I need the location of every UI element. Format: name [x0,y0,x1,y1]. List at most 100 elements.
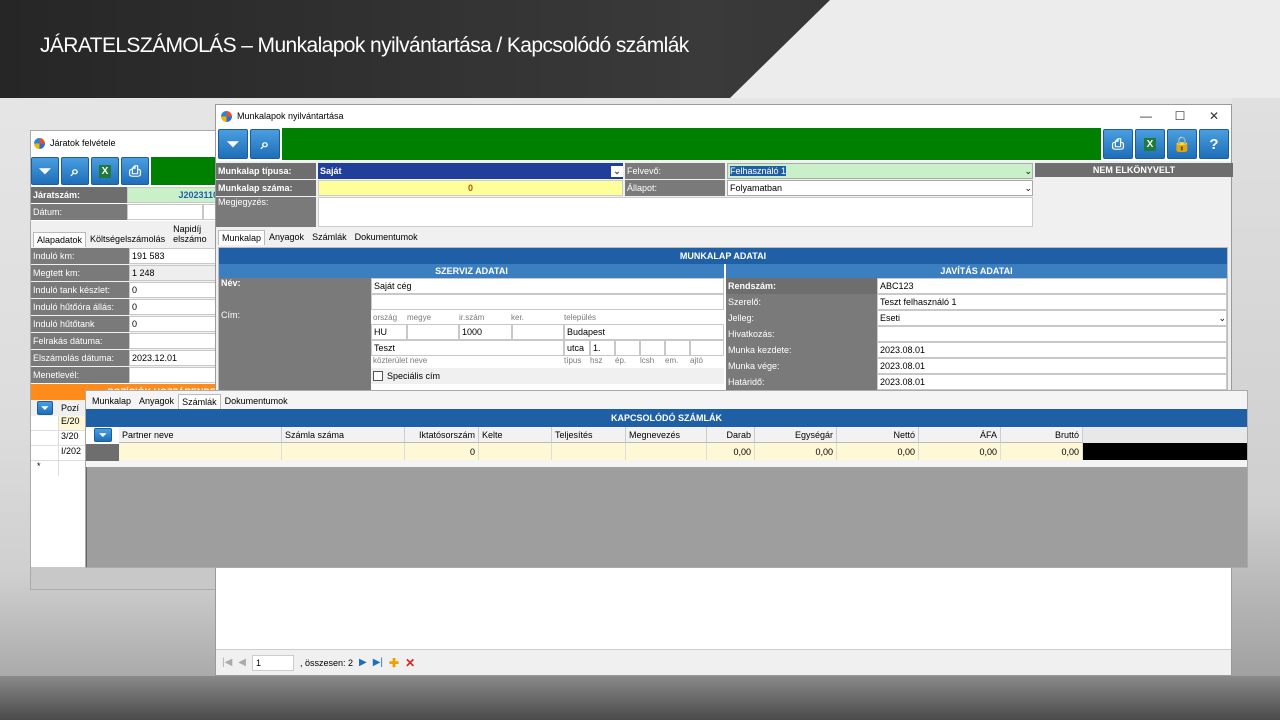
field-value[interactable] [129,367,219,383]
megye-field[interactable] [407,324,459,340]
tab-munkalap[interactable]: Munkalap [88,393,135,409]
tab-szamlak[interactable]: Számlák [178,394,221,409]
help-button[interactable]: ? [1199,129,1229,159]
tab-anyagok[interactable]: Anyagok [135,393,178,409]
search-button[interactable]: ⌕ [250,129,280,159]
tipus-field[interactable]: utca [564,340,590,356]
next-record-button[interactable]: ▶ [359,657,367,668]
col-szamla-szama[interactable]: Számla száma [282,427,405,443]
cell[interactable] [626,443,707,460]
col-kelte[interactable]: Kelte [479,427,552,443]
col-egysegar[interactable]: Egységár [755,427,837,443]
excel-export-button[interactable]: X [91,157,119,185]
col-netto[interactable]: Nettó [837,427,919,443]
last-record-button[interactable]: ▶| [373,657,383,668]
tab-napidij[interactable]: Napidíj elszámo [169,221,217,247]
tab-dokumentumok[interactable]: Dokumentumok [221,393,292,409]
minimize-button[interactable]: — [1129,105,1163,127]
allapot-select[interactable]: Folyamatban ⌄ [727,180,1033,196]
munka-kezdete-field[interactable]: 2023.08.01 [877,342,1227,358]
col-darab[interactable]: Darab [707,427,755,443]
prev-record-button[interactable]: ◀ [238,657,246,668]
cell[interactable]: 0,00 [707,443,755,460]
nev-field-2[interactable] [371,294,724,310]
back-fields: Induló km: 191 583 Megtett km: 1 248 Indul… [31,247,219,383]
hivatkozas-field[interactable] [877,326,1227,342]
print-button[interactable]: ⎙ [1103,129,1133,159]
hatarido-field[interactable]: 2023.08.01 [877,374,1227,390]
col-iktatosorszam[interactable]: Iktatósorszám [405,427,479,443]
specialis-cim-checkbox[interactable] [373,371,383,381]
jelleg-select[interactable]: Eseti ⌄ [877,310,1227,326]
megjegyzes-field[interactable] [318,197,1033,227]
field-value[interactable] [129,333,219,349]
col-megnevezes[interactable]: Megnevezés [626,427,707,443]
hsz-field[interactable]: 1. [590,340,615,356]
maximize-button[interactable]: ☐ [1163,105,1197,127]
munkalap-szama-field[interactable]: 0 [318,180,623,196]
orszag-field[interactable]: HU [371,324,407,340]
em-field[interactable] [665,340,690,356]
add-icon[interactable]: ✚ [389,656,399,670]
col-teljesites[interactable]: Teljesítés [552,427,626,443]
cell[interactable]: 0,00 [755,443,837,460]
window-titlebar: Járatok felvétele [31,131,219,155]
ajto-field[interactable] [690,340,724,356]
cell[interactable]: 0,00 [919,443,1001,460]
search-button[interactable]: ⌕ [61,157,89,185]
print-button[interactable]: ⎙ [121,157,149,185]
tab-szamlak[interactable]: Számlák [308,229,351,245]
close-button[interactable]: ✕ [1197,105,1231,127]
munkalap-tipusa-select[interactable]: Saját ⌄ [318,163,623,179]
nev-field[interactable]: Saját cég [371,278,724,294]
tab-koltsegelszamolas[interactable]: Költségelszámolás [86,231,169,247]
datum-label: Dátum: [31,204,127,220]
col-brutto[interactable]: Bruttó [1001,427,1083,443]
tab-anyagok[interactable]: Anyagok [265,229,308,245]
col-afa[interactable]: ÁFA [919,427,1001,443]
cell[interactable]: 0 [405,443,479,460]
page-input[interactable]: 1 [252,654,294,671]
col-partner[interactable]: Partner neve [119,427,282,443]
filter-button[interactable]: ⏷ [218,129,248,159]
tab-dokumentumok[interactable]: Dokumentumok [351,229,422,245]
munka-vege-field[interactable]: 2023.08.01 [877,358,1227,374]
first-record-button[interactable]: |◀ [222,657,232,668]
addr-header: ország [373,312,398,322]
cell[interactable]: 0,00 [837,443,919,460]
felvevo-select[interactable]: Felhasználó 1 ⌄ [727,163,1033,179]
lock-button[interactable]: 🔒 [1167,129,1197,159]
delete-icon[interactable]: ✕ [405,656,415,670]
filter-button[interactable]: ⏷ [31,157,59,185]
jaratszam-field[interactable]: J2023110 [127,187,219,203]
excel-export-button[interactable]: X [1135,129,1165,159]
grid-filter-button[interactable]: ⏷ [94,428,112,442]
lcsh-field[interactable] [640,340,665,356]
ker-field[interactable] [512,324,564,340]
field-value[interactable]: 0 [129,299,219,315]
field-value[interactable]: 0 [129,316,219,332]
cell[interactable] [479,443,552,460]
rendszam-field[interactable]: ABC123 [877,278,1227,294]
pos-filter-button[interactable]: ⏷ [37,401,53,415]
cell[interactable]: 0,00 [1001,443,1083,460]
tab-munkalap[interactable]: Munkalap [218,230,266,245]
datum-field[interactable] [127,204,203,220]
telepules-field[interactable]: Budapest [564,324,724,340]
cell[interactable] [119,443,282,460]
ep-field[interactable] [615,340,640,356]
cell[interactable] [552,443,626,460]
new-row-marker: * [31,461,59,476]
kozterulet-field[interactable]: Teszt [371,340,564,356]
table-row[interactable]: 0 0,00 0,00 0,00 0,00 0,00 [119,443,1247,460]
field-value[interactable]: 0 [129,282,219,298]
tab-alapadatok[interactable]: Alapadatok [33,232,87,247]
addr-sub-label: lcsh [640,356,655,365]
row-selector[interactable] [86,444,119,461]
irszam-field[interactable]: 1000 [459,324,512,340]
field-label: Induló hűtőóra állás: [31,299,129,315]
field-value[interactable]: 191 583 [129,248,219,264]
szerelo-field[interactable]: Teszt felhasználó 1 [877,294,1227,310]
cell[interactable] [282,443,405,460]
field-value[interactable]: 2023.12.01 [129,350,219,366]
